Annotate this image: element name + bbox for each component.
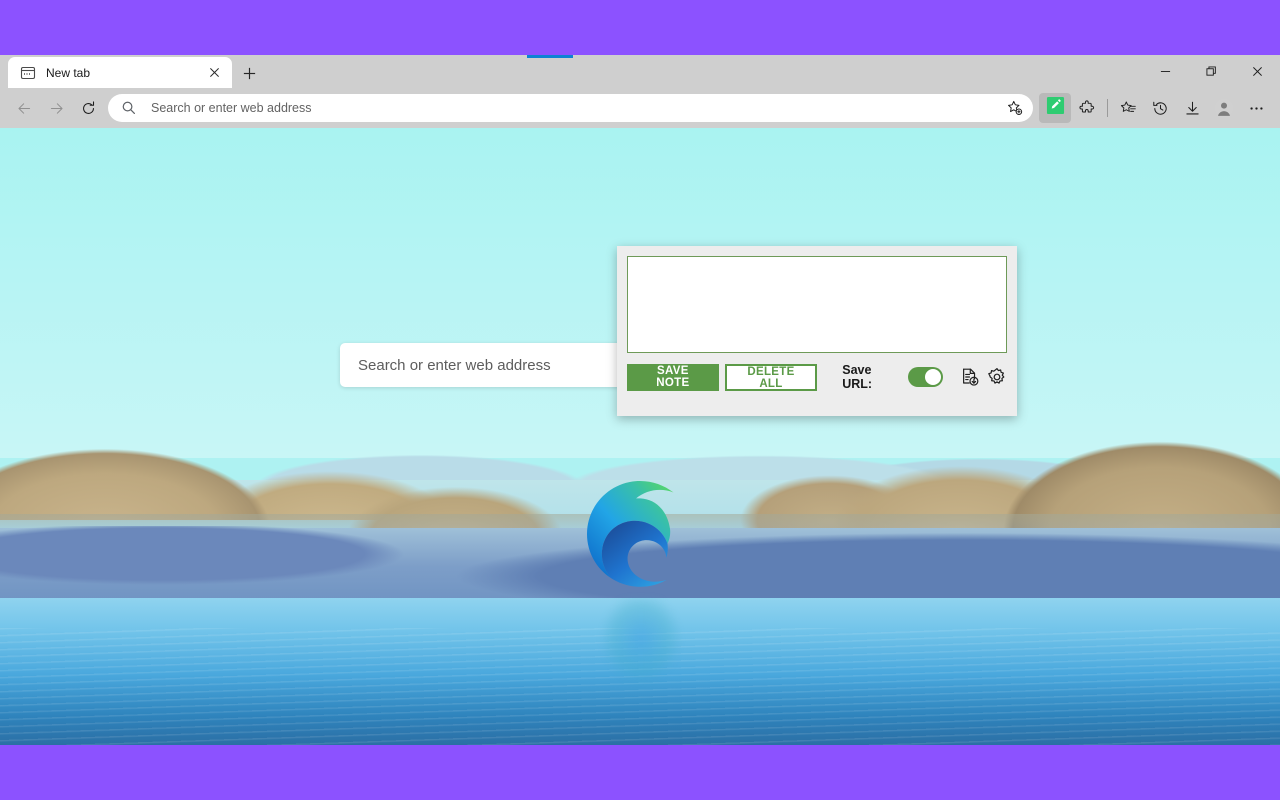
profile-button[interactable] (1208, 92, 1240, 124)
address-input[interactable] (151, 101, 1001, 115)
save-note-button[interactable]: SAVE NOTE (627, 363, 719, 391)
toggle-knob (924, 369, 941, 385)
microsoft-edge-logo (584, 478, 696, 590)
refresh-button[interactable] (72, 92, 104, 124)
sticky-notes-extension-button[interactable] (1039, 93, 1071, 123)
new-tab-page-icon (20, 65, 36, 81)
sticky-notes-popup: SAVE NOTE DELETE ALL Save URL: (617, 246, 1017, 416)
history-button[interactable] (1144, 92, 1176, 124)
save-url-label: Save URL: (842, 363, 873, 391)
logo-water-reflection (585, 598, 697, 728)
tab-drag-indicator (527, 55, 573, 58)
tab-new-tab[interactable]: New tab (8, 57, 232, 88)
minimize-window-button[interactable] (1142, 55, 1188, 88)
tab-title: New tab (46, 65, 91, 80)
browser-window: New tab Search or enter web address Sear… (0, 55, 1280, 745)
extensions-button[interactable] (1071, 92, 1103, 124)
address-bar[interactable] (108, 94, 1033, 122)
gear-icon[interactable] (987, 366, 1008, 388)
popup-actions-row: SAVE NOTE DELETE ALL Save URL: (627, 363, 1007, 391)
downloads-button[interactable] (1176, 92, 1208, 124)
close-tab-icon[interactable] (204, 63, 224, 83)
new-tab-page: SAVE NOTE DELETE ALL Save URL: (0, 128, 1280, 745)
add-favorite-icon[interactable] (1001, 95, 1029, 121)
export-notes-icon[interactable] (960, 366, 981, 388)
collections-button[interactable] (1112, 92, 1144, 124)
settings-and-more-button[interactable] (1240, 92, 1272, 124)
browser-toolbar (0, 88, 1280, 128)
toolbar-divider (1107, 99, 1108, 117)
new-tab-button[interactable] (236, 60, 262, 86)
delete-all-button[interactable]: DELETE ALL (724, 363, 818, 391)
pencil-note-icon (1046, 96, 1065, 120)
forward-button[interactable] (40, 92, 72, 124)
maximize-window-button[interactable] (1188, 55, 1234, 88)
window-caption-buttons (1142, 55, 1280, 88)
close-window-button[interactable] (1234, 55, 1280, 88)
save-url-toggle[interactable] (907, 367, 943, 387)
tab-strip: New tab (0, 55, 1280, 88)
search-icon (121, 100, 137, 116)
back-button[interactable] (8, 92, 40, 124)
desktop-backdrop: New tab Search or enter web address Sear… (0, 0, 1280, 800)
note-textarea[interactable] (627, 256, 1007, 353)
